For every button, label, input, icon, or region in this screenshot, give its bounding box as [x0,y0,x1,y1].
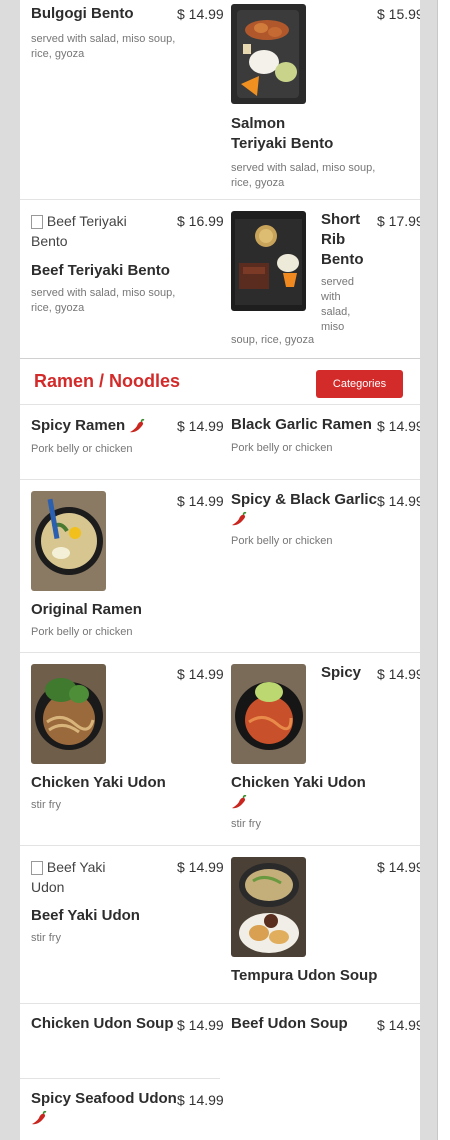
scrollbar-track[interactable] [438,0,450,1140]
item-description-line: served [321,276,355,288]
salmon-teriyaki-bento-photo[interactable] [231,4,306,104]
section-top-border [20,358,420,359]
short-rib-bento-photo[interactable] [231,211,306,311]
item-price: $ 14.99 [177,1092,224,1108]
row-divider [20,652,420,653]
item-name: Spicy & Black Garlic [231,491,377,508]
item-price: $ 14.99 [177,418,224,434]
menu-item-spicy-black-garlic[interactable]: Spicy & Black Garlic Pork belly or chick… [231,490,377,549]
item-description: served with salad, miso soup, rice, gyoz… [31,287,176,314]
row-divider [20,199,420,200]
item-name: Beef Teriyaki Bento [31,262,170,279]
item-name: Chicken Yaki Udon [31,774,166,791]
item-price: $ 17.99 [377,213,420,229]
broken-image-beef-teriyaki: Beef Teriyaki Bento [31,211,141,251]
item-price: $ 15.99 [377,6,420,22]
chili-pepper-icon [31,1110,49,1126]
menu-item-black-garlic-ramen[interactable]: Black Garlic Ramen Pork belly or chicken [231,415,372,456]
row-divider [20,479,420,480]
row-divider [20,1078,220,1079]
item-price: $ 14.99 [177,1017,224,1033]
broken-image-beef-yaki-udon: Beef Yaki Udon [31,857,121,897]
item-name: Tempura Udon Soup [231,967,378,984]
item-name: Black Garlic Ramen [231,416,372,433]
menu-item-spicy-chicken-yaki-udon[interactable]: Chicken Yaki Udon stir fry [231,773,366,832]
spicy-chicken-yaki-udon-photo[interactable] [231,664,306,764]
item-name-line: Bento [321,251,364,268]
chili-pepper-icon [129,418,147,434]
item-description-line: soup, rice, gyoza [231,334,315,346]
item-name: Beef Yaki Udon [31,907,140,924]
item-name-line: Short [321,211,361,228]
menu-item-chicken-udon-soup[interactable]: Chicken Udon Soup [31,1014,174,1034]
item-price: $ 14.99 [177,666,224,682]
item-price: $ 14.99 [177,493,224,509]
item-price: $ 16.99 [177,213,224,229]
menu-item-original-ramen[interactable]: Original Ramen Pork belly or chicken [31,600,142,640]
menu-page: Bulgogi Bento served with salad, miso so… [20,0,420,1140]
section-title: Ramen / Noodles [34,371,181,391]
chili-pepper-icon [231,794,249,810]
item-description-line: miso [321,321,345,333]
chicken-yaki-udon-photo[interactable] [31,664,106,764]
menu-item-short-rib-bento[interactable]: Short Rib Bento served with salad, miso [321,210,364,335]
original-ramen-photo[interactable] [31,491,106,591]
menu-item-tempura-udon-soup[interactable]: Tempura Udon Soup [231,966,377,986]
menu-item-chicken-yaki-udon[interactable]: Chicken Yaki Udon stir fry [31,773,166,813]
item-price: $ 14.99 [377,418,420,434]
item-price: $ 14.99 [377,493,420,509]
item-price: $ 14.99 [377,666,420,682]
item-description: Pork belly or chicken [231,442,333,454]
menu-item-salmon-teriyaki-bento[interactable]: Salmon Teriyaki Bento served with salad,… [231,114,381,191]
section-bottom-border [20,404,420,405]
row-divider [20,1003,420,1004]
item-description-line: salad, [321,306,351,318]
item-price: $ 14.99 [377,859,420,875]
row-divider [20,845,420,846]
image-alt-text: Beef Yaki Udon [31,859,106,895]
item-name: Spicy Ramen [31,417,126,434]
item-name: Bulgogi Bento [31,5,134,22]
menu-item-bulgogi-bento[interactable]: Bulgogi Bento served with salad, miso so… [31,4,181,62]
image-alt-text: Beef Teriyaki Bento [31,213,127,249]
item-description: stir fry [231,818,261,830]
item-description: served with salad, miso soup, rice, gyoz… [231,162,376,189]
menu-item-beef-teriyaki-bento[interactable]: Beef Teriyaki Bento served with salad, m… [31,261,181,316]
item-description: stir fry [31,799,61,811]
item-price: $ 14.99 [177,859,224,875]
chili-pepper-icon [231,511,249,527]
item-description: stir fry [31,932,61,944]
item-name: Salmon Teriyaki Bento [231,115,334,152]
item-name-prefix: Spicy [321,664,362,681]
item-name: Beef Udon Soup [231,1015,348,1032]
item-name: Original Ramen [31,601,142,618]
item-price: $ 14.99 [177,6,224,22]
tempura-udon-soup-photo[interactable] [231,857,306,957]
item-price: $ 14.99 [377,1017,420,1033]
item-name-line: Rib [321,231,346,248]
menu-item-beef-udon-soup[interactable]: Beef Udon Soup [231,1014,348,1034]
item-description: Pork belly or chicken [231,535,333,547]
item-name: Spicy Seafood Udon [31,1090,177,1107]
item-description: Pork belly or chicken [31,626,133,638]
item-name: Chicken Yaki Udon [231,774,366,791]
item-description: Pork belly or chicken [31,443,133,455]
item-description-line: with [321,291,341,303]
categories-button[interactable]: Categories [316,370,403,398]
item-description: served with salad, miso soup, rice, gyoz… [31,33,176,60]
item-name: Chicken Udon Soup [31,1015,174,1032]
menu-item-spicy-seafood-udon[interactable]: Spicy Seafood Udon [31,1089,177,1127]
menu-item-spicy-ramen[interactable]: Spicy Ramen Pork belly or chicken [31,416,147,457]
menu-item-beef-yaki-udon[interactable]: Beef Yaki Udon stir fry [31,906,140,946]
